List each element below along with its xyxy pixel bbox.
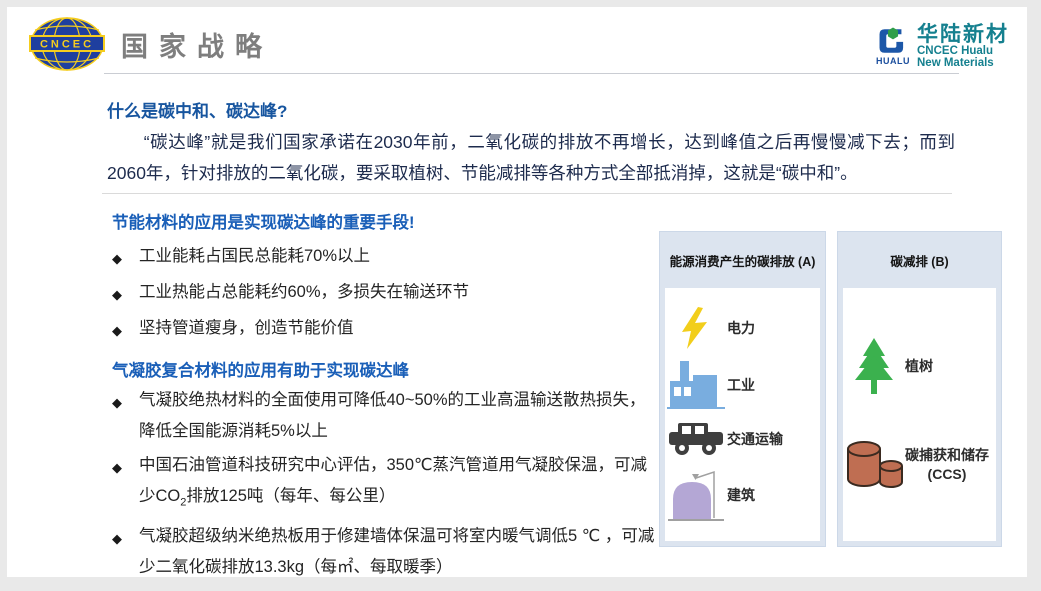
- panel-row-transport: 交通运输: [665, 422, 820, 456]
- hualu-mark-icon: [876, 25, 910, 57]
- bullet-text: 气凝胶绝热材料的全面使用可降低40~50%的工业高温输送散热损失，降低全国能源消…: [139, 385, 659, 447]
- hualu-brand: HUALU 华陆新材 CNCEC Hualu New Materials: [876, 19, 1009, 69]
- ccs-label-line1: 碳捕获和储存: [905, 446, 989, 464]
- panel-item-label: 电力: [727, 319, 755, 337]
- panel-carbon-emission-sources: 能源消费产生的碳排放 (A) 电力: [659, 231, 826, 547]
- section2-bullets: ◆ 气凝胶绝热材料的全面使用可降低40~50%的工业高温输送散热损失，降低全国能…: [112, 385, 659, 586]
- brand-name-en2: New Materials: [917, 57, 1009, 69]
- bullet-item: ◆ 气凝胶超级纳米绝热板用于修建墙体保温可将室内暖气调低5 ℃ ，可减少二氧化碳…: [112, 521, 659, 583]
- panel-item-label: 植树: [905, 357, 933, 375]
- section1-heading: 节能材料的应用是实现碳达峰的重要手段!: [112, 209, 415, 233]
- panel-b-body: 植树 碳捕获和储存: [843, 288, 996, 541]
- bullet-text-co2-post: 排放125吨（每年、每公里）: [186, 487, 395, 505]
- bullet-text: 气凝胶超级纳米绝热板用于修建墙体保温可将室内暖气调低5 ℃ ，可减少二氧化碳排放…: [139, 521, 659, 583]
- panel-row-industry: 工业: [665, 361, 820, 409]
- section-divider: [102, 193, 952, 194]
- panel-item-label: 建筑: [727, 486, 755, 504]
- intro-paragraph: “碳达峰”就是我们国家承诺在2030年前，二氧化碳的排放不再增长，达到峰值之后再…: [107, 127, 955, 189]
- panel-row-construction: 建筑: [665, 468, 820, 522]
- panel-a-title: 能源消费产生的碳排放 (A): [660, 232, 825, 288]
- bullet-item: ◆ 气凝胶绝热材料的全面使用可降低40~50%的工业高温输送散热损失，降低全国能…: [112, 385, 659, 447]
- ccs-label-line2: (CCS): [905, 465, 989, 483]
- diamond-bullet-icon: ◆: [112, 385, 139, 447]
- tree-icon: [843, 338, 905, 394]
- panel-row-electricity: 电力: [665, 307, 820, 349]
- page-title: 国家战略: [121, 25, 273, 64]
- bullet-item: ◆ 工业能耗占国民总能耗70%以上: [112, 241, 659, 274]
- panel-item-label: 碳捕获和储存 (CCS): [905, 446, 989, 482]
- panel-row-ccs: 碳捕获和储存 (CCS): [843, 439, 996, 491]
- intro-heading: 什么是碳中和、碳达峰?: [107, 97, 287, 122]
- diamond-bullet-icon: ◆: [112, 277, 139, 310]
- cncec-globe-icon: CNCEC: [29, 16, 105, 72]
- brand-name-cn: 华陆新材: [917, 23, 1009, 45]
- hualu-logo-text: HUALU: [876, 56, 910, 66]
- car-icon: [665, 422, 727, 456]
- bullet-item: ◆ 工业热能占总能耗约60%，多损失在输送环节: [112, 277, 659, 310]
- lightning-icon: [665, 307, 727, 349]
- panel-b-title: 碳减排 (B): [838, 232, 1001, 288]
- slide-header: CNCEC 国家战略 HUALU 华陆新材 CNCEC Hualu New Ma…: [29, 15, 1009, 73]
- section1-bullets: ◆ 工业能耗占国民总能耗70%以上 ◆ 工业热能占总能耗约60%，多损失在输送环…: [112, 241, 659, 349]
- hualu-logo: HUALU: [876, 25, 910, 66]
- bullet-text: 坚持管道瘦身，创造节能价值: [139, 313, 659, 346]
- panel-item-label: 工业: [727, 376, 755, 394]
- diamond-bullet-icon: ◆: [112, 241, 139, 274]
- svg-text:CNCEC: CNCEC: [40, 39, 94, 51]
- brand-name-en1: CNCEC Hualu: [917, 45, 1009, 57]
- section2-heading: 气凝胶复合材料的应用有助于实现碳达峰: [112, 357, 409, 381]
- panel-a-body: 电力 工业: [665, 288, 820, 541]
- diamond-bullet-icon: ◆: [112, 450, 139, 518]
- bullet-item: ◆ 坚持管道瘦身，创造节能价值: [112, 313, 659, 346]
- bullet-item: ◆ 中国石油管道科技研究中心评估，350℃蒸汽管道用气凝胶保温，可减少CO2排放…: [112, 450, 659, 518]
- hualu-wordmark: 华陆新材 CNCEC Hualu New Materials: [917, 23, 1009, 69]
- panel-item-label: 交通运输: [727, 430, 783, 448]
- factory-icon: [665, 361, 727, 409]
- bullet-text-co2: 中国石油管道科技研究中心评估，350℃蒸汽管道用气凝胶保温，可减少CO2排放12…: [139, 450, 659, 518]
- diamond-bullet-icon: ◆: [112, 313, 139, 346]
- slide: CNCEC 国家战略 HUALU 华陆新材 CNCEC Hualu New Ma…: [7, 7, 1027, 577]
- panel-carbon-reduction: 碳减排 (B) 植树: [837, 231, 1002, 547]
- bullet-text: 工业能耗占国民总能耗70%以上: [139, 241, 659, 274]
- dome-building-icon: [665, 468, 727, 522]
- diamond-bullet-icon: ◆: [112, 521, 139, 583]
- panel-row-tree-planting: 植树: [843, 338, 996, 394]
- ccs-barrels-icon: [843, 439, 905, 491]
- title-divider: [104, 73, 959, 74]
- bullet-text: 工业热能占总能耗约60%，多损失在输送环节: [139, 277, 659, 310]
